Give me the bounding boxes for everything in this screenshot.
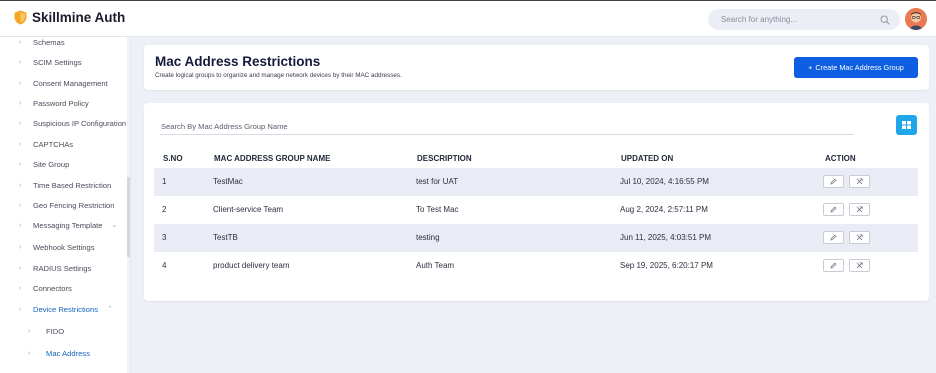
chevron-right-icon: › [19, 58, 22, 66]
cell-updated-on: Sep 19, 2025, 6:20:17 PM [620, 261, 713, 270]
grid-view-button[interactable] [896, 115, 917, 135]
sidebar-scroll-thumb[interactable] [127, 177, 130, 257]
chevron-right-icon: › [19, 264, 22, 272]
cell-description: testing [416, 233, 440, 242]
chevron-right-icon: › [19, 284, 22, 292]
search-icon[interactable] [879, 14, 891, 26]
chevron-right-icon: › [28, 349, 31, 357]
cell-description: To Test Mac [416, 205, 459, 214]
chevron-right-icon: › [19, 119, 22, 127]
delete-button[interactable] [849, 203, 870, 216]
sidebar-item-connectors[interactable]: › Connectors [0, 279, 128, 297]
app-title: Skillmine Auth [32, 10, 126, 25]
sidebar: › Schemas › SCIM Settings › Consent Managem… [0, 37, 131, 373]
chevron-right-icon: › [19, 99, 22, 107]
chevron-right-icon: › [19, 305, 22, 313]
column-header-updated: UPDATED ON [621, 154, 674, 163]
group-search-input[interactable] [160, 119, 854, 135]
cell-sno: 2 [162, 205, 167, 214]
chevron-right-icon: › [19, 221, 22, 229]
table-row: 4 product delivery team Auth Team Sep 19… [154, 252, 918, 280]
cell-description: test for UAT [416, 177, 459, 186]
create-button-label: Create Mac Address Group [815, 63, 904, 72]
cell-sno: 1 [162, 177, 167, 186]
cell-sno: 3 [162, 233, 167, 242]
grid-view-icon [902, 116, 911, 134]
global-search-input[interactable] [721, 15, 879, 24]
plus-icon: + [808, 63, 813, 72]
pencil-icon [830, 178, 837, 185]
chevron-right-icon: › [19, 79, 22, 87]
delete-icon [856, 262, 863, 269]
column-header-name: MAC ADDRESS GROUP NAME [214, 154, 331, 163]
cell-description: Auth Team [416, 261, 455, 270]
cell-group-name: Client-service Team [213, 205, 284, 214]
pencil-icon [830, 262, 837, 269]
table-header: S.NO MAC ADDRESS GROUP NAME DESCRIPTION … [154, 150, 918, 168]
delete-button[interactable] [849, 175, 870, 188]
sidebar-item-suspicious-ip[interactable]: › Suspicious IP Configuration [0, 114, 128, 132]
column-header-action: ACTION [825, 154, 856, 163]
cell-group-name: product delivery team [213, 261, 290, 270]
table-row: 1 TestMac test for UAT Jul 10, 2024, 4:1… [154, 168, 918, 196]
delete-button[interactable] [849, 231, 870, 244]
delete-button[interactable] [849, 259, 870, 272]
pencil-icon [830, 206, 837, 213]
sidebar-item-messaging-template[interactable]: › Messaging Template ⌄ [0, 216, 128, 234]
cell-group-name: TestMac [213, 177, 243, 186]
chevron-right-icon: › [19, 140, 22, 148]
cell-updated-on: Jun 11, 2025, 4:03:51 PM [620, 233, 712, 242]
sidebar-item-captchas[interactable]: › CAPTCHAs [0, 135, 128, 153]
cell-group-name: TestTB [213, 233, 238, 242]
sidebar-item-consent-management[interactable]: › Consent Management [0, 74, 128, 92]
sidebar-item-scim-settings[interactable]: › SCIM Settings [0, 53, 128, 71]
sidebar-item-webhook-settings[interactable]: › Webhook Settings [0, 238, 128, 256]
page-title: Mac Address Restrictions [155, 54, 321, 69]
avatar[interactable] [905, 8, 927, 30]
cell-updated-on: Jul 10, 2024, 4:16:55 PM [620, 177, 709, 186]
sidebar-item-geo-fencing[interactable]: › Geo Fencing Restriction [0, 196, 128, 214]
chevron-down-icon: ⌄ [111, 222, 118, 229]
sidebar-item-radius-settings[interactable]: › RADIUS Settings [0, 259, 128, 277]
chevron-right-icon: › [19, 38, 22, 46]
edit-button[interactable] [823, 231, 844, 244]
chevron-right-icon: › [19, 181, 22, 189]
sidebar-item-fido[interactable]: › FIDO [0, 322, 128, 340]
table-row: 2 Client-service Team To Test Mac Aug 2,… [154, 196, 918, 224]
column-header-description: DESCRIPTION [417, 154, 472, 163]
global-search[interactable] [708, 9, 900, 30]
chevron-up-icon: ⌃ [107, 306, 113, 313]
sidebar-item-device-restrictions[interactable]: › Device Restrictions ⌃ [0, 300, 128, 318]
brand[interactable]: Skillmine Auth [14, 10, 125, 25]
page-header-card: Mac Address Restrictions Create logical … [144, 45, 929, 90]
delete-icon [856, 206, 863, 213]
pencil-icon [830, 234, 837, 241]
sidebar-item-site-group[interactable]: › Site Group [0, 155, 128, 173]
create-mac-address-group-button[interactable]: + Create Mac Address Group [794, 57, 918, 78]
sidebar-item-password-policy[interactable]: › Password Policy [0, 94, 128, 112]
cell-updated-on: Aug 2, 2024, 2:57:11 PM [620, 205, 708, 214]
page-subtitle: Create logical groups to organize and ma… [155, 72, 402, 79]
mac-groups-card: S.NO MAC ADDRESS GROUP NAME DESCRIPTION … [144, 103, 929, 301]
chevron-right-icon: › [28, 327, 31, 335]
chevron-right-icon: › [19, 201, 22, 209]
column-header-sno: S.NO [163, 154, 183, 163]
sidebar-item-mac-address[interactable]: › Mac Address [0, 344, 128, 362]
table-row: 3 TestTB testing Jun 11, 2025, 4:03:51 P… [154, 224, 918, 252]
edit-button[interactable] [823, 259, 844, 272]
sidebar-item-schemas[interactable]: › Schemas [0, 37, 128, 51]
delete-icon [856, 178, 863, 185]
edit-button[interactable] [823, 203, 844, 216]
sidebar-item-time-based-restriction[interactable]: › Time Based Restriction [0, 176, 128, 194]
top-header: Skillmine Auth [0, 0, 936, 37]
shield-logo-icon [14, 10, 27, 25]
edit-button[interactable] [823, 175, 844, 188]
chevron-right-icon: › [19, 243, 22, 251]
cell-sno: 4 [162, 261, 167, 270]
chevron-right-icon: › [19, 160, 22, 168]
delete-icon [856, 234, 863, 241]
